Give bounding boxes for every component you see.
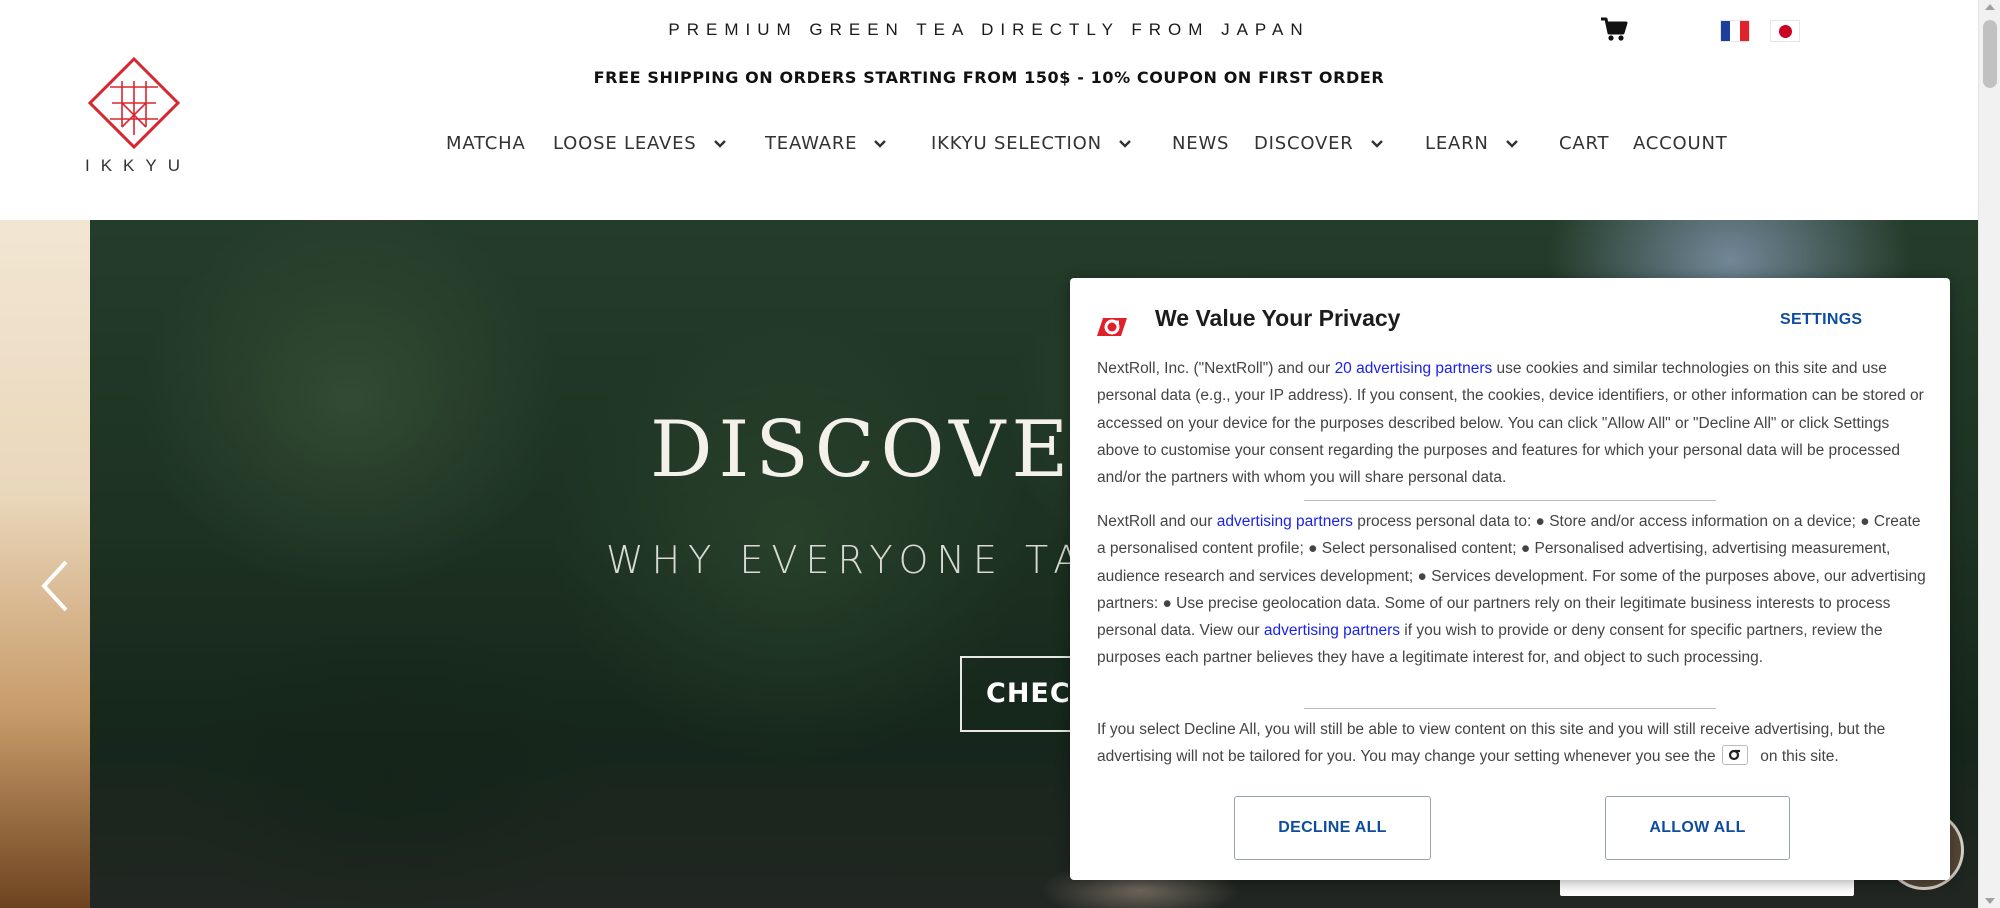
top-tagline: PREMIUM GREEN TEA DIRECTLY FROM JAPAN [668,20,1310,39]
chevron-down-icon [874,139,887,148]
scroll-up-arrow-icon[interactable] [1985,4,1995,10]
nav-discover[interactable]: DISCOVER [1254,133,1384,154]
japanese-flag-icon[interactable] [1770,20,1800,42]
advertising-partners-link[interactable]: advertising partners [1264,622,1400,639]
advertising-partners-link[interactable]: advertising partners [1217,513,1353,530]
divider [1304,500,1716,501]
consent-text: on this site. [1755,748,1839,766]
advertising-partners-link[interactable]: 20 advertising partners [1335,360,1493,377]
nav-loose-leaves[interactable]: LOOSE LEAVES [553,133,727,154]
consent-paragraph-1: NextRoll, Inc. ("NextRoll") and our 20 a… [1097,355,1927,491]
allow-all-button[interactable]: ALLOW ALL [1605,796,1790,860]
nav-teaware[interactable]: TEAWARE [765,133,887,154]
consent-text: process personal data to: ● Store and/or… [1097,513,1926,640]
shipping-banner: FREE SHIPPING ON ORDERS STARTING FROM 15… [593,68,1385,87]
hero-title: DISCOVER [650,405,1140,495]
nav-account[interactable]: ACCOUNT [1633,133,1728,154]
scroll-down-arrow-icon[interactable] [1985,898,1995,904]
chevron-down-icon [1370,139,1383,148]
french-flag-icon[interactable] [1720,20,1750,42]
nav-matcha[interactable]: MATCHA [446,133,526,154]
consent-text: NextRoll and our [1097,513,1217,530]
nav-learn[interactable]: LEARN [1425,133,1519,154]
logo-wordmark: IKKYU [84,156,192,175]
nav-label: LOOSE LEAVES [553,133,697,154]
nav-label: DISCOVER [1254,133,1354,154]
chevron-down-icon [713,139,726,148]
consent-text: NextRoll, Inc. ("NextRoll") and our [1097,360,1335,377]
nav-cart[interactable]: CART [1559,133,1609,154]
slider-prev-arrow-icon[interactable] [38,558,72,614]
nav-ikkyu-selection[interactable]: IKKYU SELECTION [931,133,1132,154]
decline-all-button[interactable]: DECLINE ALL [1234,796,1431,860]
nav-label: LEARN [1425,133,1489,154]
privacy-consent-dialog: We Value Your Privacy SETTINGS NextRoll,… [1070,278,1950,880]
nextroll-inline-icon[interactable] [1721,745,1748,766]
nav-label: CART [1559,133,1610,154]
nav-label: ACCOUNT [1633,133,1728,154]
nav-label: MATCHA [446,133,526,154]
nav-label: IKKYU SELECTION [931,133,1102,154]
consent-title: We Value Your Privacy [1155,305,1401,331]
nav-label: NEWS [1172,133,1230,154]
nextroll-logo-icon [1097,318,1127,336]
divider [1304,708,1716,709]
hero-subtitle: WHY EVERYONE TA [606,538,1088,582]
consent-text: use cookies and similar technologies on … [1097,360,1924,487]
cart-icon[interactable] [1600,16,1628,42]
chevron-down-icon [1119,139,1131,148]
settings-button[interactable]: SETTINGS [1780,311,1862,329]
consent-paragraph-2: NextRoll and our advertising partners pr… [1097,508,1927,672]
consent-paragraph-3: If you select Decline All, you will stil… [1097,716,1927,771]
scroll-thumb[interactable] [1983,20,1997,88]
chevron-down-icon [1505,139,1518,148]
nav-news[interactable]: NEWS [1172,133,1229,154]
page-scrollbar[interactable] [1978,0,2000,908]
nav-label: TEAWARE [765,133,858,154]
